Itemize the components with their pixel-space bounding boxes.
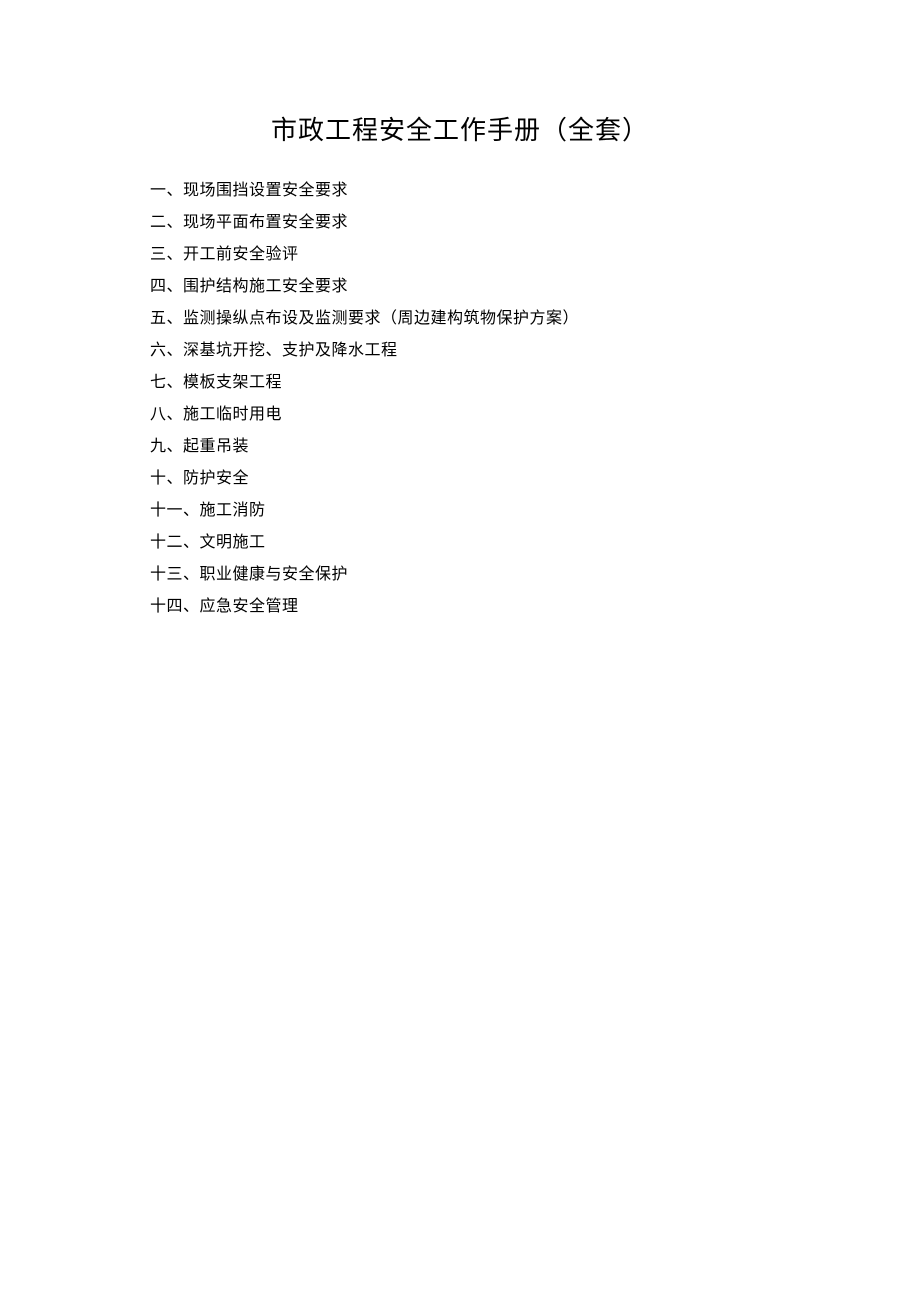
- toc-item: 七、模板支架工程: [150, 367, 770, 399]
- table-of-contents: 一、现场围挡设置安全要求 二、现场平面布置安全要求 三、开工前安全验评 四、围护…: [150, 175, 770, 623]
- toc-item: 八、施工临时用电: [150, 399, 770, 431]
- toc-item: 九、起重吊装: [150, 431, 770, 463]
- toc-item: 一、现场围挡设置安全要求: [150, 175, 770, 207]
- toc-item: 十一、施工消防: [150, 495, 770, 527]
- toc-item: 十二、文明施工: [150, 527, 770, 559]
- toc-item: 四、围护结构施工安全要求: [150, 271, 770, 303]
- toc-item: 二、现场平面布置安全要求: [150, 207, 770, 239]
- toc-item: 十、防护安全: [150, 463, 770, 495]
- toc-item: 十四、应急安全管理: [150, 591, 770, 623]
- document-title: 市政工程安全工作手册（全套）: [150, 110, 770, 147]
- toc-item: 三、开工前安全验评: [150, 239, 770, 271]
- toc-item: 六、深基坑开挖、支护及降水工程: [150, 335, 770, 367]
- toc-item: 十三、职业健康与安全保护: [150, 559, 770, 591]
- toc-item: 五、监测操纵点布设及监测要求（周边建构筑物保护方案）: [150, 303, 770, 335]
